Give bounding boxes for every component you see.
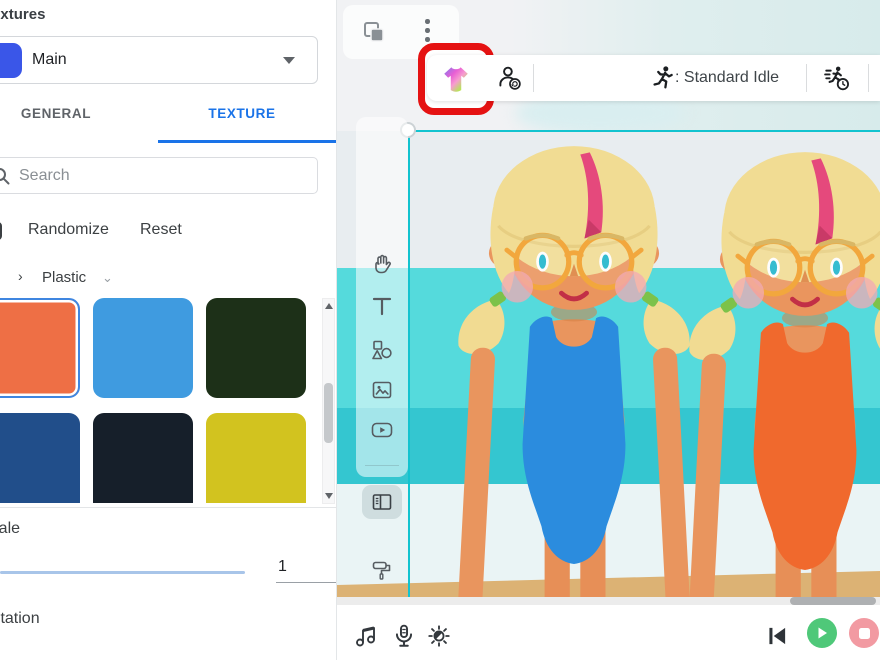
panel-title: Textures	[0, 6, 45, 23]
scene-viewport: : Standard Idle	[337, 0, 880, 660]
image-tool[interactable]	[362, 373, 402, 407]
scroll-down-arrow[interactable]	[325, 493, 333, 499]
divider	[533, 64, 534, 92]
timeline-scrollbar[interactable]	[337, 597, 880, 605]
reset-button[interactable]: Reset	[140, 221, 182, 239]
running-person-icon	[650, 65, 676, 91]
randomize-button[interactable]: Randomize	[28, 221, 109, 239]
scale-value-input[interactable]	[276, 558, 336, 583]
microphone-button[interactable]	[387, 619, 421, 653]
chevron-right-icon[interactable]: ›	[18, 268, 23, 284]
texture-swatch-blue[interactable]	[93, 298, 193, 398]
layer-color-swatch	[0, 43, 22, 78]
scene-toolbar: : Standard Idle	[427, 55, 880, 101]
music-icon	[352, 622, 380, 650]
skip-to-start-button[interactable]	[760, 619, 794, 653]
canvas-tool-palette	[356, 117, 408, 477]
divider	[365, 465, 399, 466]
stop-icon	[858, 627, 871, 640]
scene-frame-top-edge	[408, 130, 880, 132]
side-panel-icon	[370, 490, 394, 514]
skip-to-start-icon	[764, 623, 790, 649]
brightness-icon	[426, 623, 452, 649]
microphone-icon	[391, 623, 417, 649]
shapes-icon	[370, 338, 394, 362]
character-girl-blue[interactable]	[457, 146, 690, 639]
chevron-down-icon[interactable]: ⌄	[102, 270, 113, 286]
scale-slider[interactable]	[0, 571, 245, 574]
search-icon	[0, 166, 11, 186]
texture-swatch-navy[interactable]	[0, 413, 80, 503]
tab-general[interactable]: GENERAL	[10, 106, 102, 121]
divider	[0, 507, 337, 508]
texture-swatch-dark-green[interactable]	[206, 298, 306, 398]
video-play-icon	[370, 418, 394, 442]
panel-tool[interactable]	[362, 485, 402, 519]
texture-swatch-orange[interactable]	[0, 298, 80, 398]
character-swap-button[interactable]	[489, 55, 529, 101]
chevron-down-icon	[283, 57, 295, 64]
scrollbar-thumb[interactable]	[324, 383, 333, 443]
character-swap-icon	[495, 64, 523, 92]
brightness-button[interactable]	[422, 619, 456, 653]
hand-icon	[370, 252, 394, 276]
animation-speed-icon	[824, 65, 851, 92]
layer-dropdown[interactable]: Main	[0, 36, 318, 84]
texture-swatch-dark-scratched[interactable]	[93, 413, 193, 503]
play-button[interactable]	[807, 618, 837, 648]
text-tool[interactable]	[362, 289, 402, 323]
rotation-label: Rotation	[0, 610, 40, 628]
paint-roller-icon	[370, 558, 394, 582]
animation-speed-button[interactable]	[817, 55, 857, 101]
play-icon	[815, 626, 829, 640]
texture-swatch-yellow[interactable]	[206, 413, 306, 503]
image-icon	[370, 378, 394, 402]
divider	[806, 64, 807, 92]
scale-label: Scale	[0, 520, 20, 538]
scroll-up-arrow[interactable]	[325, 303, 333, 309]
search-input[interactable]	[17, 162, 307, 189]
shapes-tool[interactable]	[362, 333, 402, 367]
video-tool[interactable]	[362, 413, 402, 447]
layer-dropdown-value: Main	[32, 51, 67, 69]
scene-frame-left-edge	[408, 130, 410, 600]
scrollbar-thumb[interactable]	[790, 597, 876, 605]
character-girl-orange[interactable]	[688, 152, 880, 645]
text-icon	[370, 294, 394, 318]
bottom-bar	[337, 605, 880, 660]
pan-hand-tool[interactable]	[362, 247, 402, 281]
swatch-scrollbar[interactable]	[322, 298, 335, 504]
stop-button[interactable]	[849, 618, 879, 648]
tab-texture[interactable]: TEXTURE	[190, 106, 294, 121]
search-box	[0, 157, 318, 194]
active-tab-indicator	[158, 140, 337, 143]
music-button[interactable]	[349, 619, 383, 653]
animation-name-label: : Standard Idle	[675, 55, 779, 101]
material-group-label: Plastic	[42, 269, 86, 286]
texture-swatch-grid	[0, 298, 306, 503]
texture-panel: Textures Main GENERAL TEXTURE Randomize …	[0, 0, 337, 660]
randomize-icon	[0, 222, 2, 240]
paint-roller-tool[interactable]	[362, 553, 402, 587]
divider	[868, 64, 869, 92]
